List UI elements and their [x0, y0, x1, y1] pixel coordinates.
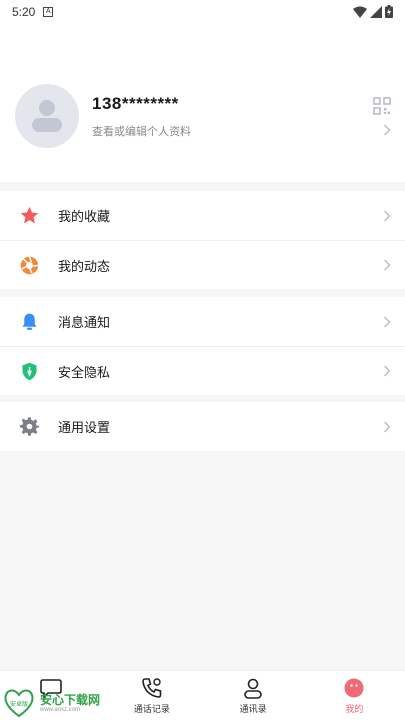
profile-header[interactable]: 138******** 查看或编辑个人资料: [0, 24, 405, 182]
chevron-right-icon: [384, 259, 391, 271]
status-indicators: [353, 5, 393, 18]
star-icon: [20, 206, 39, 224]
menu-label-moments: 我的动态: [58, 258, 111, 274]
aperture-icon: [20, 256, 39, 275]
me-icon: [344, 678, 364, 698]
tab-call-log[interactable]: 通话记录: [101, 671, 202, 720]
status-bar: 5:20 A: [0, 0, 405, 24]
menu-group-settings: 通用设置: [0, 402, 405, 451]
menu-item-favorites[interactable]: 我的收藏: [0, 191, 405, 240]
tab-label-me: 我的: [345, 704, 364, 714]
wifi-icon: [353, 6, 367, 18]
chevron-right-icon: [384, 365, 391, 377]
contacts-icon: [244, 678, 262, 699]
menu-item-moments[interactable]: 我的动态: [0, 240, 405, 289]
tab-me[interactable]: 我的: [304, 671, 405, 720]
watermark-badge: 安卓版: [10, 700, 28, 708]
menu-item-notifications[interactable]: 消息通知: [0, 297, 405, 346]
menu-label-favorites: 我的收藏: [58, 209, 111, 224]
chevron-right-icon: [384, 316, 391, 327]
menu-label-general-settings: 通用设置: [58, 420, 111, 435]
battery-icon: [385, 5, 393, 18]
tab-contacts[interactable]: 通讯录: [203, 671, 304, 720]
gear-icon: [19, 417, 40, 436]
watermark-url: www.anxz.com: [40, 707, 81, 713]
menu-group-personal: 我的收藏 我的动态: [0, 191, 405, 289]
avatar[interactable]: [15, 84, 79, 148]
menu-label-privacy: 安全隐私: [58, 364, 111, 380]
menu-label-notifications: 消息通知: [58, 315, 111, 330]
menu-item-privacy[interactable]: 安全隐私: [0, 346, 405, 395]
signal-icon: [370, 5, 382, 18]
watermark-text: 安心下载网: [40, 693, 101, 707]
chevron-right-icon: [384, 124, 391, 136]
chevron-right-icon: [384, 421, 391, 432]
profile-edit-hint: 查看或编辑个人资料: [92, 126, 191, 138]
menu-item-general-settings[interactable]: 通用设置: [0, 402, 405, 451]
tab-label-contacts: 通讯录: [239, 704, 267, 714]
tab-label-call-log: 通话记录: [133, 704, 170, 714]
watermark-logo-icon: 安卓版: [4, 689, 34, 718]
status-time: 5:20: [12, 5, 36, 19]
profile-name: 138********: [92, 94, 179, 113]
watermark: 安卓版 安心下载网 www.anxz.com: [2, 686, 112, 720]
menu-group-security: 消息通知 安全隐私: [0, 297, 405, 395]
avatar-placeholder-icon: [32, 100, 62, 132]
bell-icon: [22, 313, 37, 330]
qr-code-icon[interactable]: [373, 97, 391, 115]
chevron-right-icon: [384, 210, 391, 221]
notification-icon: A: [43, 7, 54, 17]
call-log-icon: [142, 678, 162, 698]
shield-icon: [22, 362, 37, 381]
